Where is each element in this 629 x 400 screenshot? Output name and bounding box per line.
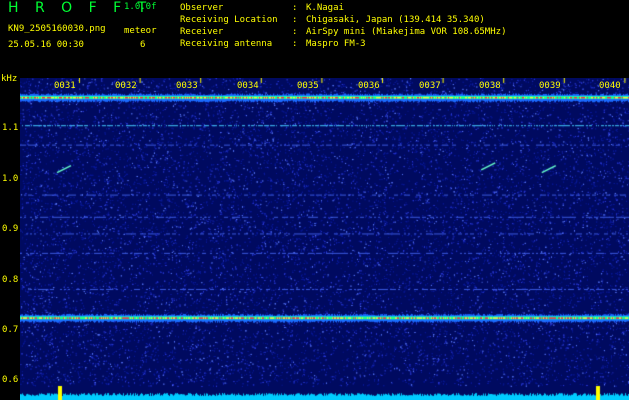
x-tick-label: 0037 — [419, 81, 441, 91]
x-tick-label: 0039 — [539, 81, 561, 91]
spectrogram-canvas — [20, 78, 629, 400]
y-tick-label: 0.9 — [2, 224, 19, 234]
y-tick-label: 1.1 — [2, 123, 19, 133]
station-info: Observer: K.Nagai Receiving Location: Chig… — [180, 2, 506, 50]
info-row-antenna: Receiving antenna: Maspro FM-3 — [180, 39, 366, 49]
spectrogram-plot — [20, 78, 629, 400]
x-tick-label: 0033 — [176, 81, 198, 91]
app-version: 1.0.0f — [124, 2, 157, 12]
info-row-location: Receiving Location: Chigasaki, Japan (139… — [180, 15, 485, 25]
info-key: Receiving Location — [180, 15, 278, 25]
x-tick-label: 0036 — [358, 81, 380, 91]
axis-unit-label: kHz — [1, 74, 18, 84]
x-tick-label: 0038 — [479, 81, 501, 91]
info-key: Observer — [180, 3, 224, 13]
y-tick-label: 0.8 — [2, 275, 19, 285]
info-value: AirSpy mini (Miakejima VOR 108.65MHz) — [306, 27, 507, 37]
info-row-observer: Observer: K.Nagai — [180, 3, 344, 13]
datetime-label: 25.05.16 00:30 — [8, 40, 84, 50]
meteor-count: 6 — [140, 40, 146, 50]
x-tick-label: 0035 — [297, 81, 319, 91]
info-value: K.Nagai — [306, 3, 344, 13]
info-key: Receiving antenna — [180, 39, 273, 49]
header-panel: H R O F F T 1.0.0f KN9_2505160030.png 25… — [0, 0, 629, 72]
info-row-receiver: Receiver: AirSpy mini (Miakejima VOR 108.… — [180, 27, 507, 37]
info-value: Chigasaki, Japan (139.414 35.340) — [306, 15, 485, 25]
info-key: Receiver — [180, 27, 224, 37]
x-tick-label: 0031 — [54, 81, 76, 91]
info-value: Maspro FM-3 — [306, 39, 366, 49]
x-tick-label: 0040 — [599, 81, 621, 91]
y-tick-label: 0.6 — [2, 375, 19, 385]
meteor-label: meteor — [124, 26, 157, 36]
x-tick-label: 0034 — [237, 81, 259, 91]
y-tick-label: 1.0 — [2, 174, 19, 184]
y-tick-label: 0.7 — [2, 325, 19, 335]
filename-label: KN9_2505160030.png — [8, 24, 106, 34]
x-tick-label: 0032 — [115, 81, 137, 91]
